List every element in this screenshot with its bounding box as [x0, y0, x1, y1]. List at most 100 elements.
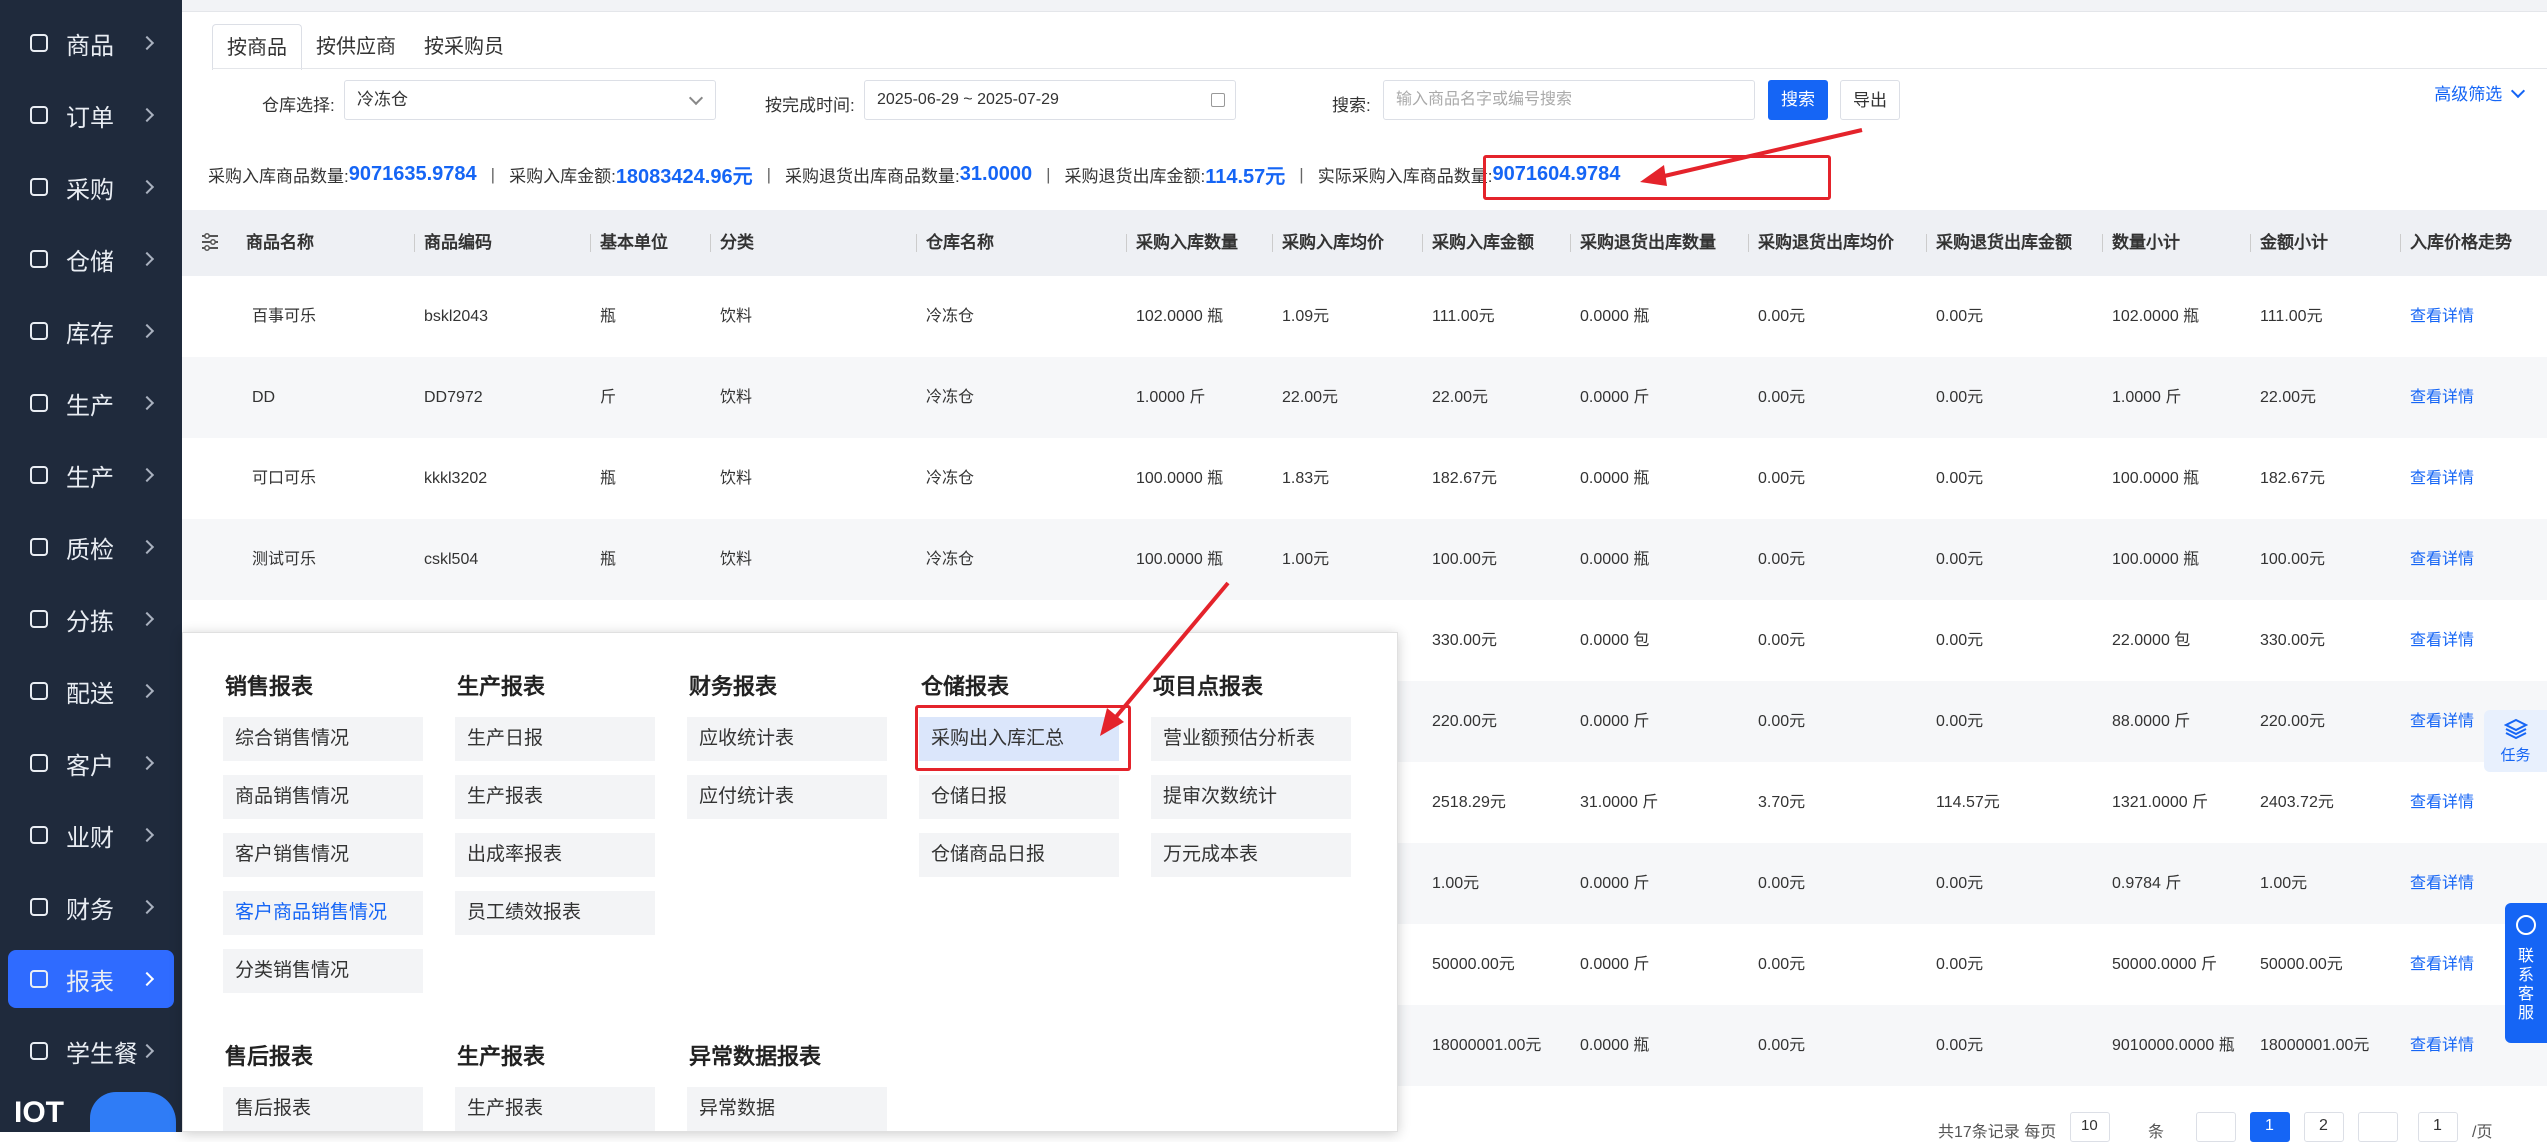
sidebar-item-label: 商品 [66, 32, 114, 60]
table-cell: 100.00元 [2260, 551, 2325, 568]
sidebar-item-2[interactable]: 采购 [8, 158, 174, 216]
sidebar: 商品 订单 采购 仓储 库存 生产 生产 质检 分拣 配送 客户 业财 财务 报表 学生餐 IOT [0, 0, 182, 1132]
view-detail-link[interactable]: 查看详情 [2410, 438, 2474, 519]
search-input[interactable]: 输入商品名字或编号搜索 [1383, 80, 1755, 120]
table-cell: 冷冻仓 [926, 551, 975, 568]
column-header: 分类 [710, 210, 754, 276]
report-menu-item[interactable]: 生产日报 [455, 717, 655, 761]
sidebar-item-3[interactable]: 仓储 [8, 230, 174, 288]
chevron-down-icon [688, 90, 704, 106]
report-menu-item[interactable]: 综合销售情况 [223, 717, 423, 761]
view-detail-link[interactable]: 查看详情 [2410, 600, 2474, 681]
chevron-right-icon [139, 971, 155, 987]
factory-icon [26, 462, 52, 488]
table-cell: 100.0000 瓶 [1136, 470, 1224, 487]
table-cell: 0.0000 斤 [1580, 875, 1650, 892]
advanced-filter-link[interactable]: 高级筛选 [2434, 80, 2526, 105]
report-menu-item[interactable]: 生产报表 [455, 1087, 655, 1131]
report-menu-item[interactable]: 提审次数统计 [1151, 775, 1351, 819]
sidebar-item-12[interactable]: 财务 [8, 878, 174, 936]
report-menu-item[interactable]: 客户销售情况 [223, 833, 423, 877]
search-button[interactable]: 搜索 [1768, 80, 1828, 120]
report-menu-item[interactable]: 异常数据 [687, 1087, 887, 1131]
report-menu-item[interactable]: 员工绩效报表 [455, 891, 655, 935]
sidebar-item-11[interactable]: 业财 [8, 806, 174, 864]
report-section-title: 异常数据报表 [689, 1044, 822, 1069]
report-section-title: 生产报表 [457, 674, 546, 699]
layers-icon [2503, 718, 2528, 740]
tab-by-buyer[interactable]: 按采购员 [410, 24, 518, 70]
task-float-button[interactable]: 任务 [2484, 710, 2547, 772]
sidebar-item-6[interactable]: 生产 [8, 446, 174, 504]
tab-by-product[interactable]: 按商品 [212, 24, 302, 70]
table-cell: 0.00元 [1936, 389, 1984, 406]
page-1-button[interactable]: 1 [2250, 1112, 2290, 1142]
view-detail-link[interactable]: 查看详情 [2410, 843, 2474, 924]
sidebar-item-label: 客户 [66, 752, 114, 780]
sidebar-item-4[interactable]: 库存 [8, 302, 174, 360]
report-menu-item[interactable]: 应付统计表 [687, 775, 887, 819]
sidebar-item-label: 采购 [66, 176, 114, 204]
sidebar-item-8[interactable]: 分拣 [8, 590, 174, 648]
column-header: 采购入库金额 [1422, 210, 1534, 276]
sidebar-item-14[interactable]: 学生餐 [8, 1022, 174, 1080]
sidebar-item-13[interactable]: 报表 [8, 950, 174, 1008]
sidebar-item-5[interactable]: 生产 [8, 374, 174, 432]
prev-page-button[interactable] [2196, 1112, 2236, 1142]
column-header: 采购退货出库金额 [1926, 210, 2072, 276]
page-size-select[interactable]: 10 [2070, 1112, 2110, 1142]
report-menu-item[interactable]: 应收统计表 [687, 717, 887, 761]
report-menu-item[interactable]: 仓储商品日报 [919, 833, 1119, 877]
view-detail-link[interactable]: 查看详情 [2410, 762, 2474, 843]
next-page-button[interactable] [2358, 1112, 2398, 1142]
view-detail-link[interactable]: 查看详情 [2410, 924, 2474, 1005]
export-button[interactable]: 导出 [1840, 80, 1900, 120]
chat-icon [2516, 915, 2536, 935]
report-menu-item[interactable]: 出成率报表 [455, 833, 655, 877]
column-settings-icon[interactable] [200, 232, 220, 252]
report-menu-item[interactable]: 客户商品销售情况 [223, 891, 423, 935]
report-menu-item[interactable]: 商品销售情况 [223, 775, 423, 819]
tab-by-supplier[interactable]: 按供应商 [302, 24, 410, 70]
chevron-right-icon [139, 323, 155, 339]
column-header: 金额小计 [2250, 210, 2328, 276]
sidebar-item-0[interactable]: 商品 [8, 14, 174, 72]
sidebar-item-7[interactable]: 质检 [8, 518, 174, 576]
warehouse-select[interactable]: 冷冻仓 [344, 80, 716, 120]
report-menu-item[interactable]: 营业额预估分析表 [1151, 717, 1351, 761]
report-menu-item[interactable]: 售后报表 [223, 1087, 423, 1131]
table-cell: 102.0000 瓶 [1136, 308, 1224, 325]
sidebar-item-10[interactable]: 客户 [8, 734, 174, 792]
table-cell: 0.00元 [1936, 551, 1984, 568]
goto-page-input[interactable]: 1 [2418, 1112, 2458, 1142]
annotation-highlight-box [915, 705, 1131, 771]
chevron-right-icon [139, 755, 155, 771]
page-2-button[interactable]: 2 [2304, 1112, 2344, 1142]
view-detail-link[interactable]: 查看详情 [2410, 519, 2474, 600]
view-detail-link[interactable]: 查看详情 [2410, 681, 2474, 762]
date-range-picker[interactable]: 2025-06-29 ~ 2025-07-29 [864, 80, 1236, 120]
report-menu-item[interactable]: 仓储日报 [919, 775, 1119, 819]
view-detail-link[interactable]: 查看详情 [2410, 357, 2474, 438]
table-cell: 182.67元 [1432, 470, 1497, 487]
table-cell: 0.00元 [1758, 632, 1806, 649]
sidebar-item-9[interactable]: 配送 [8, 662, 174, 720]
table-cell: 18000001.00元 [1432, 1037, 1542, 1054]
goto-suffix: /页 [2472, 1124, 2493, 1141]
table-cell: 百事可乐 [252, 308, 317, 325]
warehouse-value: 冷冻仓 [357, 90, 408, 109]
chevron-right-icon [139, 1043, 155, 1059]
separator: | [490, 164, 496, 184]
sort-icon [26, 606, 52, 632]
report-menu-item[interactable]: 万元成本表 [1151, 833, 1351, 877]
sidebar-item-1[interactable]: 订单 [8, 86, 174, 144]
bowl-icon [26, 1038, 52, 1064]
view-detail-link[interactable]: 查看详情 [2410, 1005, 2474, 1086]
report-section-title: 售后报表 [225, 1044, 314, 1069]
customer-service-button[interactable]: 联系客服 [2505, 903, 2547, 1043]
separator: | [1299, 164, 1304, 184]
report-menu-item[interactable]: 生产报表 [455, 775, 655, 819]
view-detail-link[interactable]: 查看详情 [2410, 276, 2474, 357]
table-header: 商品名称 商品编码 基本单位 分类 仓库名称 采购入库数量 采购入库均价 采购入库金额 采购退货… [182, 210, 2547, 276]
report-menu-item[interactable]: 分类销售情况 [223, 949, 423, 993]
